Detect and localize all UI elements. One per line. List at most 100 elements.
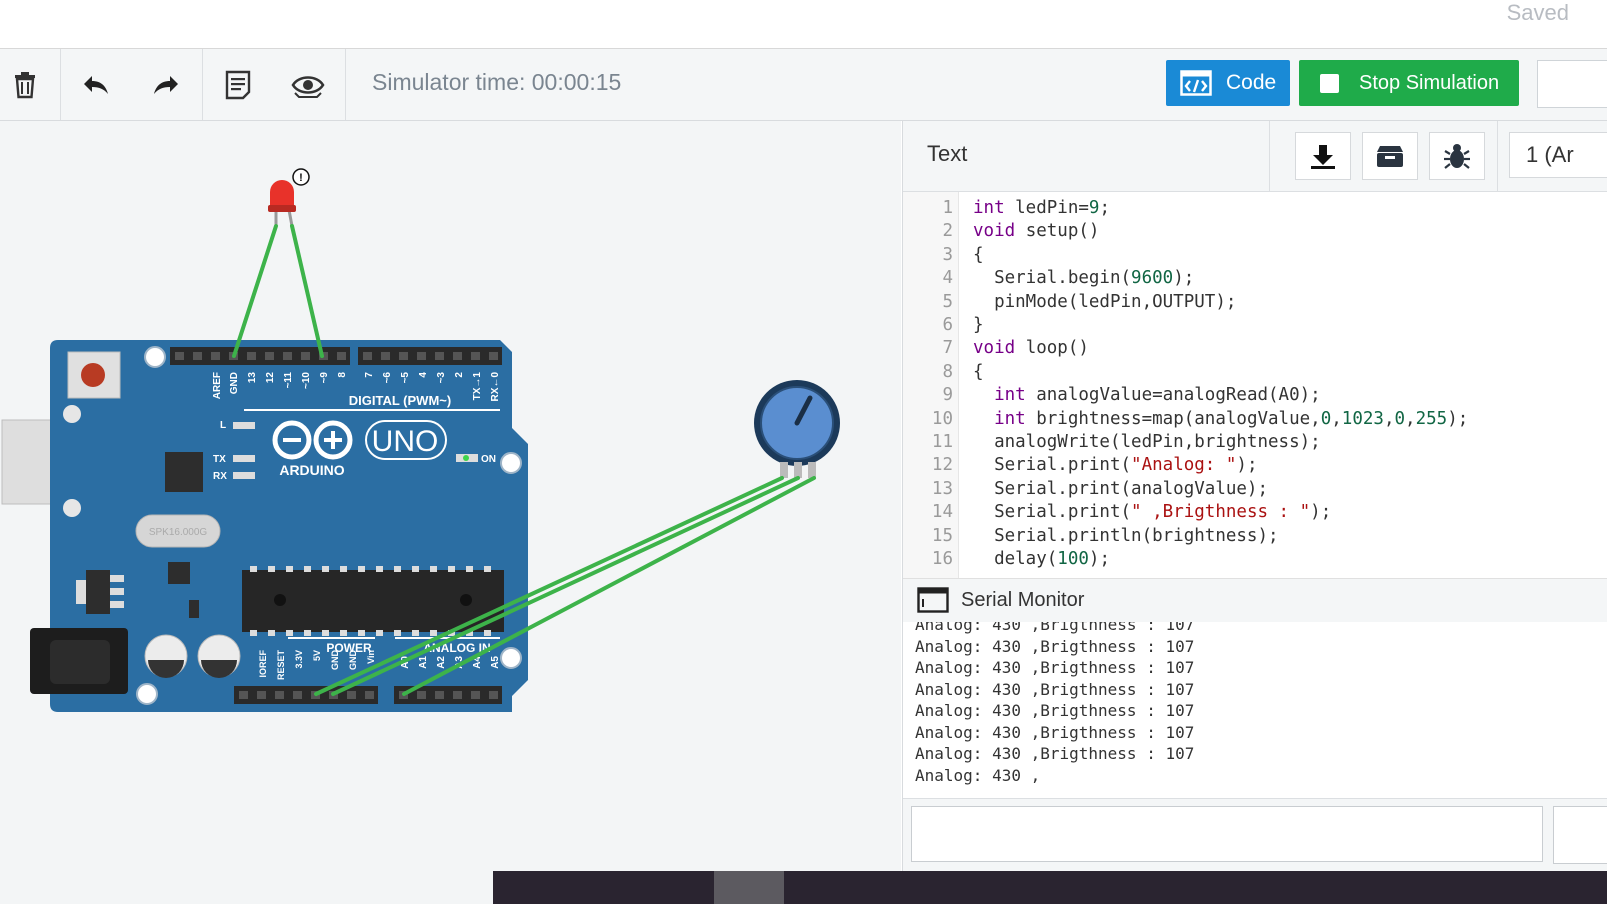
editor-mode-label[interactable]: Text [927, 141, 967, 167]
pin-label: 8 [337, 372, 348, 378]
code-text: analogWrite(ledPin,brightness); [973, 431, 1321, 454]
circuit-canvas[interactable]: SPK16.000G UNO ARDUINO DIGITAL (PWM~) PO… [0, 121, 901, 871]
code-text: int analogValue=analogRead(A0); [973, 384, 1321, 407]
send-button[interactable] [1553, 806, 1607, 864]
pin-label: ~5 [400, 372, 411, 384]
stop-simulation-button[interactable]: Stop Simulation [1299, 60, 1519, 106]
visibility-button[interactable] [282, 49, 334, 120]
code-text: void loop() [973, 337, 1089, 360]
line-number: 3 [942, 244, 953, 265]
serial-output-line: Analog: 430 , [915, 765, 1041, 785]
code-token: ; [1099, 198, 1110, 218]
code-token: 100 [1057, 549, 1089, 569]
taskbar-background [493, 871, 1607, 904]
stop-icon [1320, 73, 1339, 93]
code-token: Serial.print( [973, 502, 1132, 523]
delete-button[interactable] [0, 49, 50, 120]
serial-output-line: Analog: 430 ,Brigthness : 107 [915, 679, 1195, 699]
code-token: 255 [1415, 408, 1448, 429]
redo-icon [154, 75, 178, 94]
line-number: 12 [931, 455, 953, 476]
serial-input-bar [903, 799, 1607, 871]
device-selector[interactable]: 1 (Ar [1509, 132, 1607, 178]
toolbar-divider [345, 49, 346, 120]
top-bar: Saved [0, 0, 1607, 49]
code-token: } [973, 315, 984, 335]
library-button[interactable] [1362, 132, 1418, 180]
line-number: 8 [942, 361, 953, 382]
notes-button[interactable] [212, 49, 264, 120]
line-number: 11 [931, 432, 953, 452]
code-token: "Analog: " [1131, 455, 1237, 476]
code-text: { [973, 244, 984, 267]
svg-text:!: ! [299, 172, 303, 184]
pin-label: A2 [436, 656, 447, 669]
code-token: Serial.print( [973, 455, 1132, 476]
line-number: 13 [931, 478, 953, 499]
code-text: { [973, 361, 984, 384]
code-text: int brightness=map(analogValue,0,1023,0,… [973, 408, 1468, 431]
code-button[interactable]: Code [1166, 60, 1290, 106]
pin-label: A5 [490, 656, 501, 669]
serial-output-line: Analog: 430 ,Brigthness : 107 [915, 622, 1195, 634]
code-token: setup() [1015, 221, 1100, 242]
undo-button[interactable] [70, 49, 122, 120]
pin-label: 12 [265, 372, 276, 384]
pin-label: ~9 [319, 372, 330, 384]
header-divider [1269, 121, 1270, 191]
pin-label: ~6 [382, 372, 393, 384]
serial-output-line: Analog: 430 ,Brigthness : 107 [915, 744, 1195, 763]
digital-label: DIGITAL (PWM~) [349, 393, 451, 408]
pin-label: A1 [418, 656, 429, 669]
code-token: int [994, 385, 1026, 406]
brand-label: ARDUINO [279, 462, 344, 478]
serial-monitor-output[interactable]: Analog: 430 ,Brigthness : 107 Analog: 430… [903, 622, 1607, 799]
toolbar: Simulator time: 00:00:15 Code Stop Simul… [0, 49, 1607, 121]
code-token: Serial.print(analogValue); [973, 478, 1269, 499]
eye-icon [291, 75, 325, 98]
serial-input[interactable] [911, 806, 1543, 862]
pin-label: GND [229, 372, 240, 394]
stop-simulation-label: Stop Simulation [1359, 71, 1500, 94]
line-number: 2 [942, 221, 953, 242]
line-number: 15 [931, 525, 953, 546]
code-token: " ,Brigthness : " [1131, 502, 1311, 523]
code-icon [1180, 70, 1212, 96]
code-token: Serial.begin( [973, 268, 1132, 289]
code-token: int [994, 408, 1026, 429]
line-number: 1 [942, 198, 953, 218]
code-token: ); [1447, 408, 1469, 429]
code-text: } [973, 314, 984, 337]
pin-label: ~11 [283, 372, 294, 389]
code-token: { [973, 244, 984, 265]
code-token: loop() [1015, 338, 1089, 359]
code-panel: Text 1 (Ar 1 int ledPin=9; 2 void setup() 3 {… [902, 121, 1607, 871]
trash-icon [15, 71, 35, 98]
code-token: delay( [973, 549, 1058, 569]
code-token: ); [1236, 455, 1258, 476]
pin-label: ~10 [301, 372, 312, 389]
debugger-button[interactable] [1429, 132, 1485, 180]
model-label: UNO [372, 425, 439, 458]
code-panel-header: Text 1 (Ar [903, 121, 1607, 192]
redo-button[interactable] [140, 49, 192, 120]
code-token: ledPin= [1004, 198, 1089, 218]
code-token: ); [1088, 549, 1110, 569]
pin-label: IOREF [258, 650, 268, 678]
library-icon [1377, 146, 1403, 167]
download-button[interactable] [1295, 132, 1351, 180]
code-token: void [973, 338, 1016, 359]
voltage-regulator [86, 570, 110, 614]
code-token: 9600 [1131, 268, 1174, 289]
code-editor[interactable]: 1 int ledPin=9; 2 void setup() 3{4 Serial.be… [903, 192, 1607, 578]
taskbar-item[interactable] [714, 871, 784, 904]
code-token: Serial.println(brightness); [973, 525, 1279, 546]
crystal-label: SPK16.000G [149, 527, 208, 538]
pin-label: 5V [312, 650, 322, 661]
tx-label: TX [213, 454, 226, 465]
undo-icon [84, 75, 108, 94]
code-token: 9 [1088, 198, 1100, 218]
pin-label: 4 [418, 372, 429, 378]
more-button[interactable] [1537, 60, 1607, 108]
